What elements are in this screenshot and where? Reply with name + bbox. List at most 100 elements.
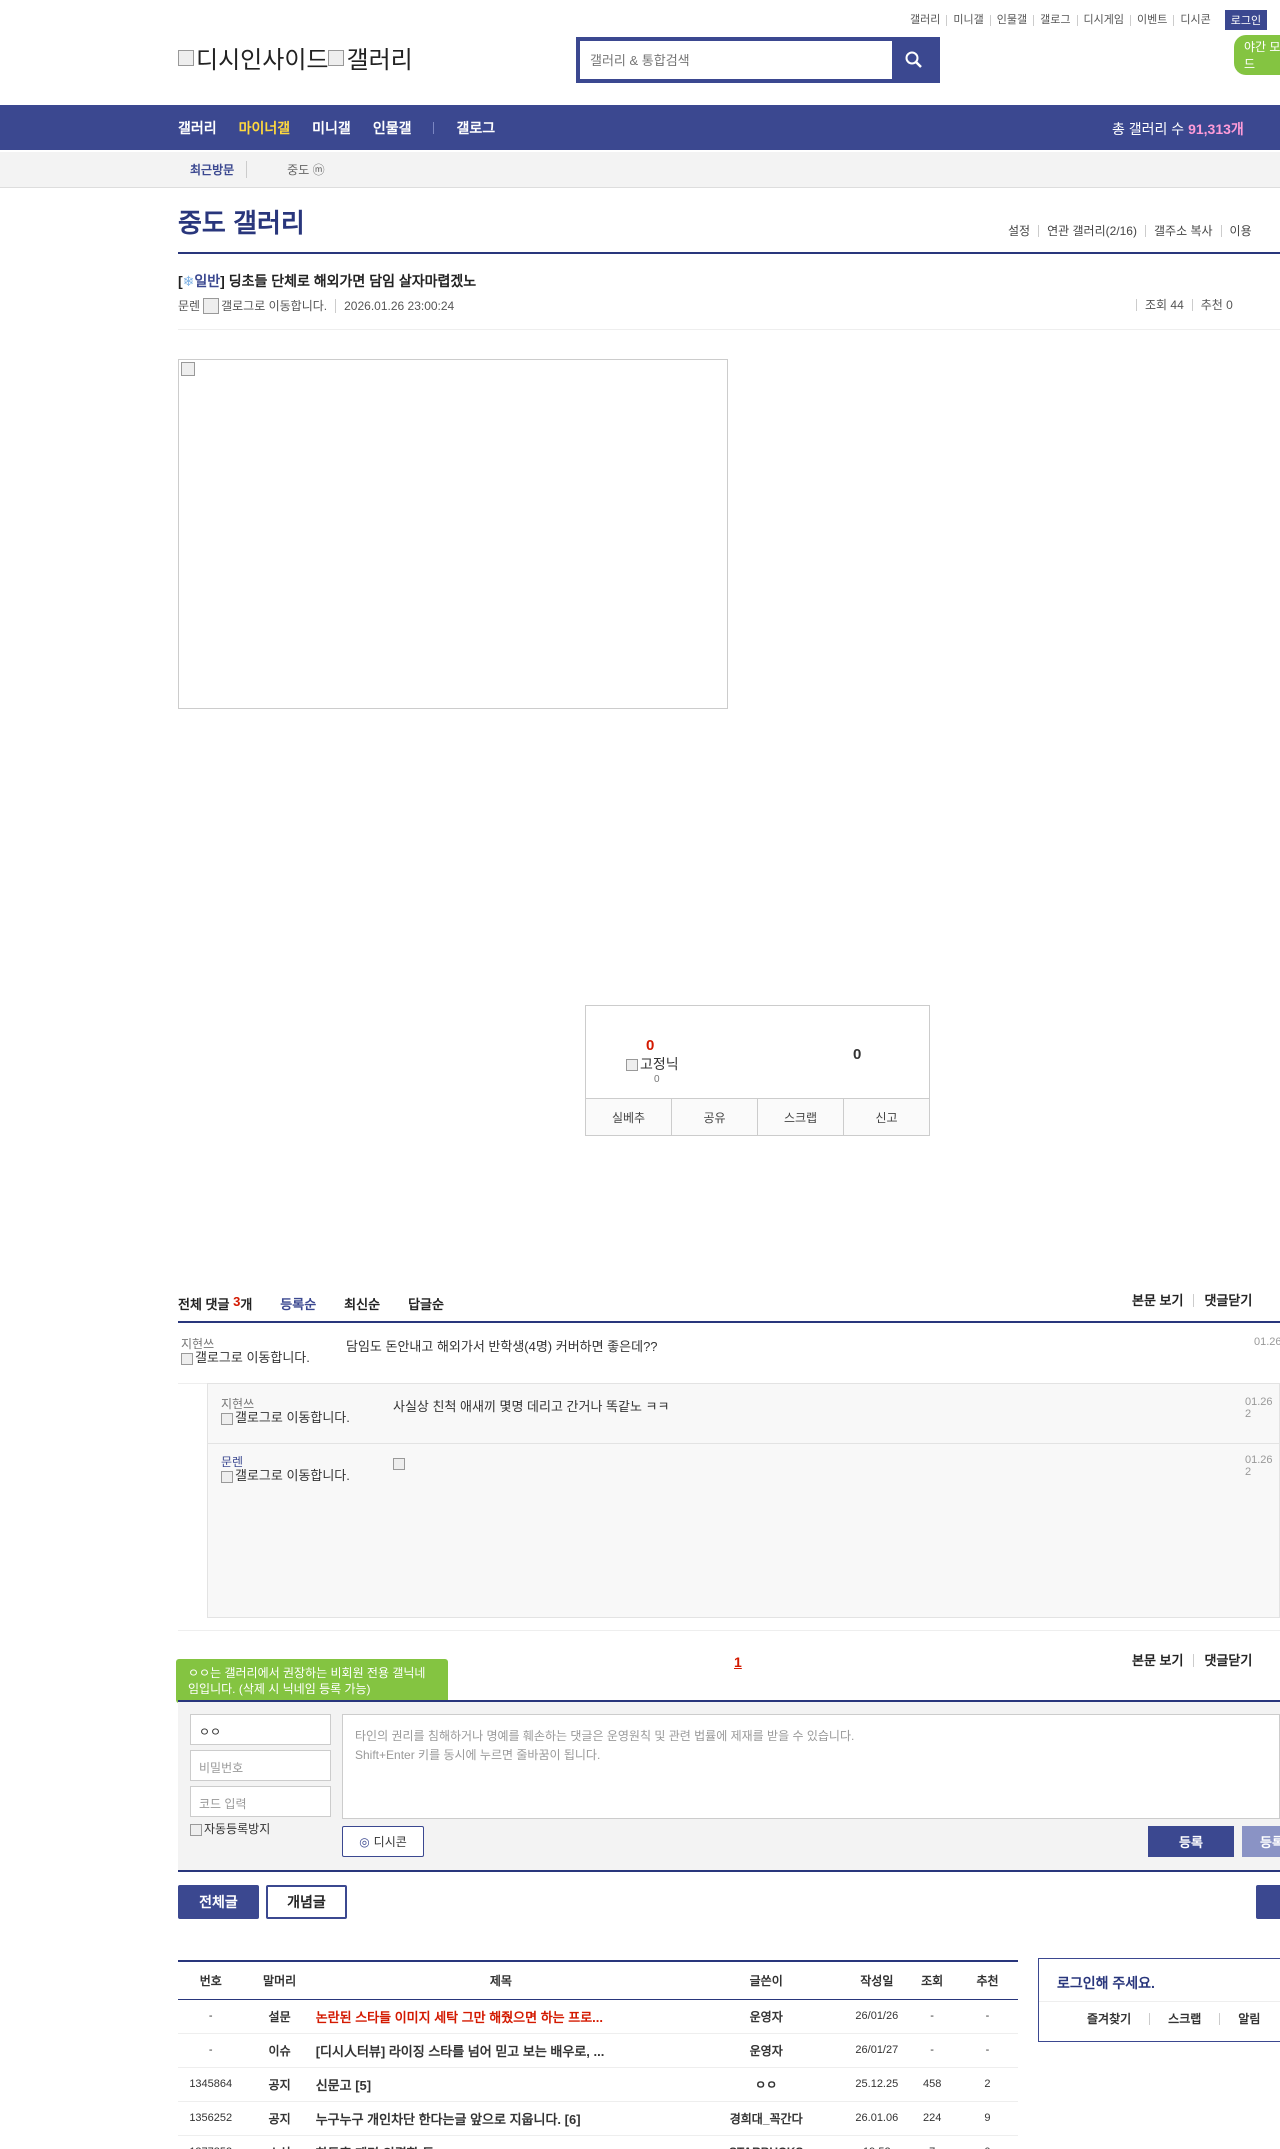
login-prompt[interactable]: 로그인해 주세요. xyxy=(1057,1973,1155,1993)
cell-head: 공지 xyxy=(243,2067,316,2102)
sort-tab-latest[interactable]: 최신순 xyxy=(344,1294,380,1313)
comment-textarea[interactable]: 타인의 권리를 침해하거나 명예를 훼손하는 댓글은 운영원칙 및 관련 법률에… xyxy=(342,1714,1280,1819)
view-body-link[interactable]: 본문 보기 xyxy=(1122,1654,1193,1667)
nav-mini-gallery[interactable]: 미니갤 xyxy=(312,118,351,138)
upvote-count[interactable]: 0 xyxy=(646,1037,654,1054)
broken-image-icon xyxy=(178,49,194,66)
nav-divider xyxy=(433,121,435,134)
write-button[interactable] xyxy=(1256,1885,1280,1919)
usage-link[interactable]: 이용 xyxy=(1220,225,1260,237)
downvote-count[interactable]: 0 xyxy=(853,1046,861,1063)
silbe-recommend-button[interactable]: 실베추 xyxy=(586,1099,671,1135)
nav-minor-gallery[interactable]: 마이너갤 xyxy=(239,118,291,138)
cell-writer[interactable]: ㅇㅇ xyxy=(686,2067,847,2102)
search-button[interactable] xyxy=(892,41,936,79)
table-row[interactable]: 1356252 공지 누구누구 개인차단 한다는글 앞으로 지웁니다. [6] … xyxy=(178,2101,1018,2136)
top-link-dccon[interactable]: 디시콘 xyxy=(1173,14,1216,26)
cell-no: 1345864 xyxy=(178,2067,244,2102)
post-image[interactable] xyxy=(178,359,728,709)
comment-right-links: 본문 보기 댓글닫기 xyxy=(1122,1294,1262,1307)
view-body-link[interactable]: 본문 보기 xyxy=(1122,1294,1193,1307)
gallog-icon[interactable] xyxy=(203,297,220,314)
sort-tab-registered[interactable]: 등록순 xyxy=(280,1294,316,1313)
captcha-code-input[interactable]: 코드 입력 xyxy=(190,1786,331,1817)
gallery-title[interactable]: 중도 갤러리 xyxy=(178,203,305,240)
cell-recs: 0 xyxy=(956,2135,1018,2149)
cell-head: 공지 xyxy=(243,2101,316,2136)
nav-gallog[interactable]: 갤로그 xyxy=(456,118,495,138)
cell-writer[interactable]: 운영자 xyxy=(686,1999,847,2034)
top-link-game[interactable]: 디시게임 xyxy=(1076,14,1130,26)
favorites-link[interactable]: 즐겨찾기 xyxy=(1087,2013,1149,2025)
recent-visits-label[interactable]: 최근방문 xyxy=(178,161,248,178)
nav-gallery[interactable]: 갤러리 xyxy=(178,118,217,138)
site-logo[interactable]: 디시인사이드 갤러리 xyxy=(178,40,413,75)
top-link-event[interactable]: 이벤트 xyxy=(1129,14,1173,26)
broken-image-icon xyxy=(328,49,345,66)
textarea-hint-1: 타인의 권리를 침해하거나 명예를 훼손하는 댓글은 운영원칙 및 관련 법률에… xyxy=(355,1729,855,1743)
post-author[interactable]: 문렌 xyxy=(178,297,200,314)
comment-text: 사실상 친척 애새끼 몇명 데리고 간거나 똑같노 ㅋㅋ xyxy=(393,1399,670,1414)
dccon-image xyxy=(393,1455,407,1470)
top-link-gallery[interactable]: 갤러리 xyxy=(904,14,946,26)
table-row[interactable]: - 이슈 [디시人터뷰] 라이징 스타를 넘어 믿고 보는 배우로, ... 운… xyxy=(178,2033,1018,2068)
settings-link[interactable]: 설정 xyxy=(1000,225,1038,237)
nickname-input[interactable]: ㅇㅇ xyxy=(190,1714,331,1745)
close-comments-link[interactable]: 댓글닫기 xyxy=(1193,1654,1262,1667)
cell-date: 25.12.25 xyxy=(846,2067,908,2102)
table-row[interactable]: - 설문 논란된 스타들 이미지 세탁 그만 해줬으면 하는 프로... 운영자… xyxy=(178,1999,1018,2034)
reply-item: 지현쓰 갤로그로 이동합니다. 사실상 친척 애새끼 몇명 데리고 간거나 똑같… xyxy=(221,1395,1280,1435)
cell-date: 26/01/27 xyxy=(846,2033,908,2068)
dccon-button[interactable]: ◎ 디시콘 xyxy=(342,1826,424,1857)
comment-time: 01.26 2 xyxy=(1245,1454,1273,1478)
recent-visit-item[interactable]: 중도 ⓜ xyxy=(287,161,324,178)
col-header-writer: 글쓴이 xyxy=(686,1960,847,2000)
top-link-minigall[interactable]: 미니갤 xyxy=(946,14,989,26)
all-posts-button[interactable]: 전체글 xyxy=(178,1885,259,1919)
search-icon xyxy=(905,51,922,68)
concept-posts-button[interactable]: 개념글 xyxy=(266,1885,347,1919)
notifications-link[interactable]: 알림 xyxy=(1219,2013,1278,2025)
night-mode-button[interactable]: 야간 모드 xyxy=(1234,35,1280,75)
register-button[interactable]: 등록 xyxy=(1148,1826,1234,1857)
cell-writer[interactable]: 경희대_꼭간다 xyxy=(686,2101,847,2136)
login-button[interactable]: 로그인 xyxy=(1224,10,1268,30)
copy-address-link[interactable]: 갤주소 복사 xyxy=(1144,225,1221,237)
share-button[interactable]: 공유 xyxy=(671,1099,757,1135)
report-button[interactable]: 신고 xyxy=(843,1099,929,1135)
related-gallery-link[interactable]: 연관 갤러리(2/16) xyxy=(1038,225,1145,237)
comment-gallog-alt: 갤로그로 이동합니다. xyxy=(235,1410,350,1425)
comment-gallog[interactable]: 갤로그로 이동합니다. xyxy=(221,1469,1280,1483)
sort-tab-replies[interactable]: 답글순 xyxy=(408,1294,444,1313)
recommend-box: 0 고정닉 0 0 실베추 공유 스크랩 신고 xyxy=(585,1005,930,1136)
register-recommend-button[interactable]: 등록 xyxy=(1242,1826,1280,1857)
password-input[interactable]: 비밀번호 xyxy=(190,1750,331,1781)
col-header-head[interactable]: 말머리 xyxy=(243,1960,316,2000)
table-row[interactable]: 1345864 공지 신문고 [5] ㅇㅇ 25.12.25 458 2 xyxy=(178,2067,1018,2102)
cell-subject[interactable]: 논란된 스타들 이미지 세탁 그만 해줬으면 하는 프로... xyxy=(315,1999,687,2034)
comment-page-1[interactable]: 1 xyxy=(734,1654,742,1670)
search-input[interactable] xyxy=(580,41,892,79)
post-meta: 문렌 갤로그로 이동합니다. 2026.01.26 23:00:24 xyxy=(178,297,454,314)
scrap-button[interactable]: 스크랩 xyxy=(757,1099,843,1135)
cell-date: 19:52 xyxy=(846,2135,908,2149)
total-value: 91,313개 xyxy=(1188,121,1244,137)
cell-subject[interactable]: 누구누구 개인차단 한다는글 앞으로 지웁니다. [6] xyxy=(315,2101,687,2136)
scrap-link[interactable]: 스크랩 xyxy=(1149,2013,1219,2025)
comment-gallog[interactable]: 갤로그로 이동합니다. xyxy=(221,1410,1280,1425)
comment-count: 3 xyxy=(233,1294,241,1309)
comment-nick[interactable]: 지현쓰 xyxy=(221,1395,1280,1412)
cell-subject[interactable]: 신문고 [5] xyxy=(315,2067,687,2102)
cell-writer[interactable]: 운영자 xyxy=(686,2033,847,2068)
top-link-person[interactable]: 인물갤 xyxy=(989,14,1033,26)
comment-nick[interactable]: 문렌 xyxy=(221,1453,1280,1470)
cell-writer[interactable]: STARBUCKS xyxy=(686,2135,847,2149)
nav-person-gallery[interactable]: 인물갤 xyxy=(373,118,412,138)
top-link-gallog[interactable]: 갤로그 xyxy=(1033,14,1076,26)
cell-subject[interactable]: 한동훈 제명 의결할 듯 xyxy=(315,2135,687,2149)
cell-head: 설문 xyxy=(243,1999,316,2034)
close-comments-link[interactable]: 댓글닫기 xyxy=(1193,1294,1262,1307)
captcha-alt: 자동등록방지 xyxy=(204,1822,271,1836)
table-row[interactable]: 1377853 소식 한동훈 제명 의결할 듯 STARBUCKS 19:52 … xyxy=(178,2135,1018,2149)
cell-subject[interactable]: [디시人터뷰] 라이징 스타를 넘어 믿고 보는 배우로, ... xyxy=(315,2033,687,2068)
